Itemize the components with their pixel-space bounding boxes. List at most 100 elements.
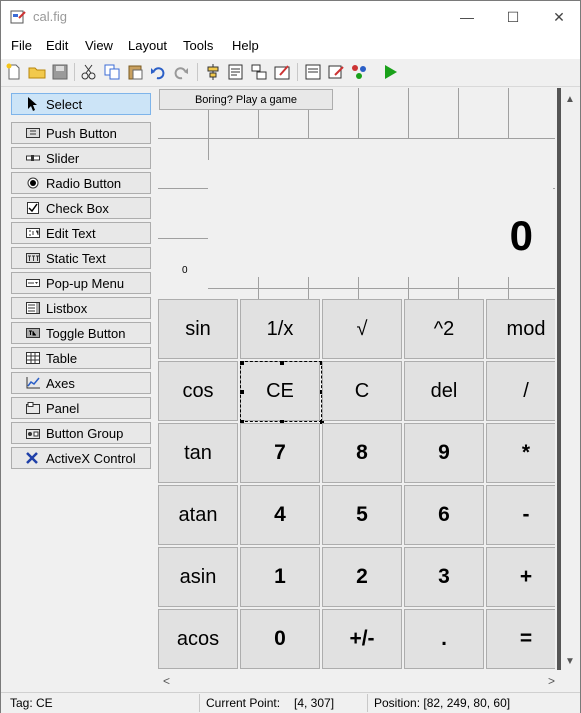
palette-table[interactable]: Table bbox=[11, 347, 151, 369]
button-group-icon bbox=[26, 427, 40, 439]
display-panel[interactable] bbox=[208, 188, 553, 268]
status-bar: Tag: CE Current Point: [4, 307] Position… bbox=[1, 692, 580, 713]
key-sin[interactable]: sin bbox=[158, 299, 238, 359]
minimize-button[interactable]: — bbox=[444, 1, 490, 33]
horizontal-scrollbar[interactable]: < > bbox=[158, 671, 558, 691]
palette-select[interactable]: Select bbox=[11, 93, 151, 115]
editor-icon[interactable] bbox=[304, 63, 322, 81]
key-label: sin bbox=[185, 317, 211, 340]
key-cos[interactable]: cos bbox=[158, 361, 238, 421]
palette-check-box[interactable]: Check Box bbox=[11, 197, 151, 219]
menu-file[interactable]: File bbox=[11, 38, 32, 53]
key-5[interactable]: 5 bbox=[322, 485, 402, 545]
key-acos[interactable]: acos bbox=[158, 609, 238, 669]
palette-slider[interactable]: Slider bbox=[11, 147, 151, 169]
key-tan[interactable]: tan bbox=[158, 423, 238, 483]
radio-button-icon bbox=[26, 177, 40, 189]
key-minus[interactable]: - bbox=[486, 485, 555, 545]
menu-layout[interactable]: Layout bbox=[128, 38, 167, 53]
menu-help[interactable]: Help bbox=[232, 38, 259, 53]
palette-label: Static Text bbox=[46, 250, 106, 266]
key-decimal[interactable]: . bbox=[404, 609, 484, 669]
display-value[interactable]: 0 bbox=[510, 212, 533, 260]
palette-toggle-button[interactable]: Toggle Button bbox=[11, 322, 151, 344]
run-figure-icon[interactable] bbox=[381, 63, 399, 81]
secondary-display[interactable]: 0 bbox=[182, 265, 188, 276]
undo-icon[interactable] bbox=[149, 63, 167, 81]
resize-handle[interactable] bbox=[240, 361, 244, 365]
palette-panel[interactable]: Panel bbox=[11, 397, 151, 419]
key-atan[interactable]: atan bbox=[158, 485, 238, 545]
palette-push-button[interactable]: Push Button bbox=[11, 122, 151, 144]
play-game-button[interactable]: Boring? Play a game bbox=[159, 89, 333, 110]
menu-editor-icon[interactable] bbox=[227, 63, 245, 81]
key-divide[interactable]: / bbox=[486, 361, 555, 421]
palette-axes[interactable]: Axes bbox=[11, 372, 151, 394]
palette-static-text[interactable]: Static Text bbox=[11, 247, 151, 269]
palette-button-group[interactable]: Button Group bbox=[11, 422, 151, 444]
key-negate[interactable]: +/- bbox=[322, 609, 402, 669]
key-0[interactable]: 0 bbox=[240, 609, 320, 669]
key-4[interactable]: 4 bbox=[240, 485, 320, 545]
scroll-down-icon[interactable]: ▼ bbox=[565, 656, 575, 667]
key-mod[interactable]: mod bbox=[486, 299, 555, 359]
palette-label: Push Button bbox=[46, 125, 117, 141]
align-objects-icon[interactable] bbox=[204, 63, 222, 81]
redo-icon[interactable] bbox=[172, 63, 190, 81]
select-arrow-icon bbox=[26, 97, 40, 111]
copy-icon[interactable] bbox=[103, 63, 121, 81]
save-icon[interactable] bbox=[51, 63, 69, 81]
tab-order-editor-icon[interactable] bbox=[250, 63, 268, 81]
key-6[interactable]: 6 bbox=[404, 485, 484, 545]
check-box-icon bbox=[26, 202, 40, 214]
scroll-right-icon[interactable]: > bbox=[548, 674, 555, 688]
maximize-button[interactable]: ☐ bbox=[490, 1, 536, 33]
palette-listbox[interactable]: Listbox bbox=[11, 297, 151, 319]
vertical-scrollbar[interactable]: ▲ ▼ bbox=[557, 88, 580, 670]
key-label: . bbox=[441, 627, 447, 650]
menu-view[interactable]: View bbox=[85, 38, 113, 53]
key-label: 6 bbox=[438, 503, 450, 526]
close-button[interactable]: ✕ bbox=[536, 1, 581, 33]
menu-tools[interactable]: Tools bbox=[183, 38, 213, 53]
key-label: / bbox=[523, 379, 529, 402]
key-del[interactable]: del bbox=[404, 361, 484, 421]
key-3[interactable]: 3 bbox=[404, 547, 484, 607]
palette-edit-text[interactable]: Edit Text bbox=[11, 222, 151, 244]
key-reciprocal[interactable]: 1/x bbox=[240, 299, 320, 359]
key-c[interactable]: C bbox=[322, 361, 402, 421]
palette-radio-button[interactable]: Radio Button bbox=[11, 172, 151, 194]
menu-bar: File Edit View Layout Tools Help bbox=[1, 33, 580, 59]
title-bar: cal.fig — ☐ ✕ bbox=[1, 1, 580, 33]
resize-handle[interactable] bbox=[240, 390, 244, 394]
key-9[interactable]: 9 bbox=[404, 423, 484, 483]
key-sqrt[interactable]: √ bbox=[322, 299, 402, 359]
key-equals[interactable]: = bbox=[486, 609, 555, 669]
scroll-up-icon[interactable]: ▲ bbox=[565, 94, 575, 105]
new-file-icon[interactable] bbox=[5, 63, 23, 81]
palette-activex-control[interactable]: ActiveX Control bbox=[11, 447, 151, 469]
key-asin[interactable]: asin bbox=[158, 547, 238, 607]
slider-icon bbox=[26, 152, 40, 164]
key-plus[interactable]: + bbox=[486, 547, 555, 607]
palette-popup-menu[interactable]: Pop-up Menu bbox=[11, 272, 151, 294]
scroll-left-icon[interactable]: < bbox=[163, 674, 170, 688]
key-7[interactable]: 7 bbox=[240, 423, 320, 483]
key-multiply[interactable]: * bbox=[486, 423, 555, 483]
key-1[interactable]: 1 bbox=[240, 547, 320, 607]
menu-edit[interactable]: Edit bbox=[46, 38, 68, 53]
cut-icon[interactable] bbox=[80, 63, 98, 81]
canvas-edge bbox=[557, 88, 561, 670]
selection-outline bbox=[240, 361, 322, 422]
object-browser-icon[interactable] bbox=[350, 63, 368, 81]
key-square[interactable]: ^2 bbox=[404, 299, 484, 359]
resize-handle[interactable] bbox=[280, 361, 284, 365]
palette-label: Table bbox=[46, 350, 78, 366]
key-8[interactable]: 8 bbox=[322, 423, 402, 483]
key-2[interactable]: 2 bbox=[322, 547, 402, 607]
toolbar-editor-icon[interactable] bbox=[273, 63, 291, 81]
open-folder-icon[interactable] bbox=[28, 63, 46, 81]
layout-canvas[interactable]: Boring? Play a game 0 0 sin 1/x √ ^2 mod cos C… bbox=[158, 88, 555, 670]
property-inspector-icon[interactable] bbox=[327, 63, 345, 81]
paste-icon[interactable] bbox=[126, 63, 144, 81]
